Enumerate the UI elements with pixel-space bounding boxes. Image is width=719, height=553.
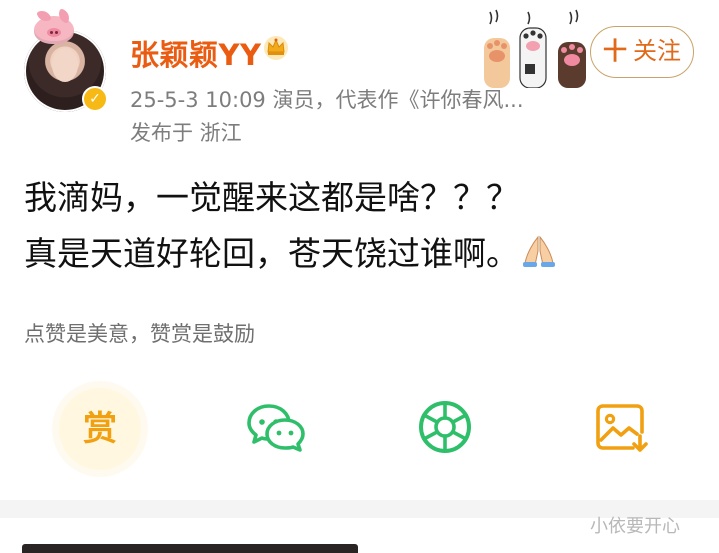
- save-image-icon[interactable]: [593, 398, 651, 456]
- reward-label: 赏: [83, 409, 117, 449]
- pray-hands-icon: [523, 235, 555, 267]
- post-line-2-wrap: 真是天道好轮回，苍天饶过谁啊。: [24, 226, 704, 282]
- post-location: 发布于 浙江: [130, 121, 242, 145]
- post-content: 我滴妈，一觉醒来这都是啥？？？ 真是天道好轮回，苍天饶过谁啊。: [24, 170, 704, 282]
- username[interactable]: 张颖颖YY: [130, 32, 262, 74]
- follow-label: 关注: [633, 37, 681, 65]
- watermark-text: 小依要开心: [590, 516, 680, 537]
- moments-icon[interactable]: [416, 398, 474, 456]
- reward-hint-text: 点赞是美意，赞赏是鼓励: [24, 322, 255, 346]
- follow-button[interactable]: 十关注: [590, 26, 694, 78]
- wechat-icon[interactable]: [247, 398, 305, 456]
- pig-hat-icon: [34, 8, 74, 44]
- plus-icon: 十: [603, 37, 627, 65]
- verified-badge-icon: ✓: [82, 86, 108, 112]
- next-post-preview: [22, 544, 358, 553]
- cat-paws-decoration-icon: [484, 9, 586, 88]
- crown-icon: [264, 36, 288, 60]
- avatar-face: [52, 48, 78, 82]
- post-meta: 25-5-3 10:09 演员，代表作《许你春风...: [130, 88, 524, 112]
- post-line-1: 我滴妈，一觉醒来这都是啥？？？: [24, 178, 519, 217]
- post-line-2: 真是天道好轮回，苍天饶过谁啊。: [24, 234, 519, 273]
- reward-button[interactable]: 赏: [52, 381, 148, 477]
